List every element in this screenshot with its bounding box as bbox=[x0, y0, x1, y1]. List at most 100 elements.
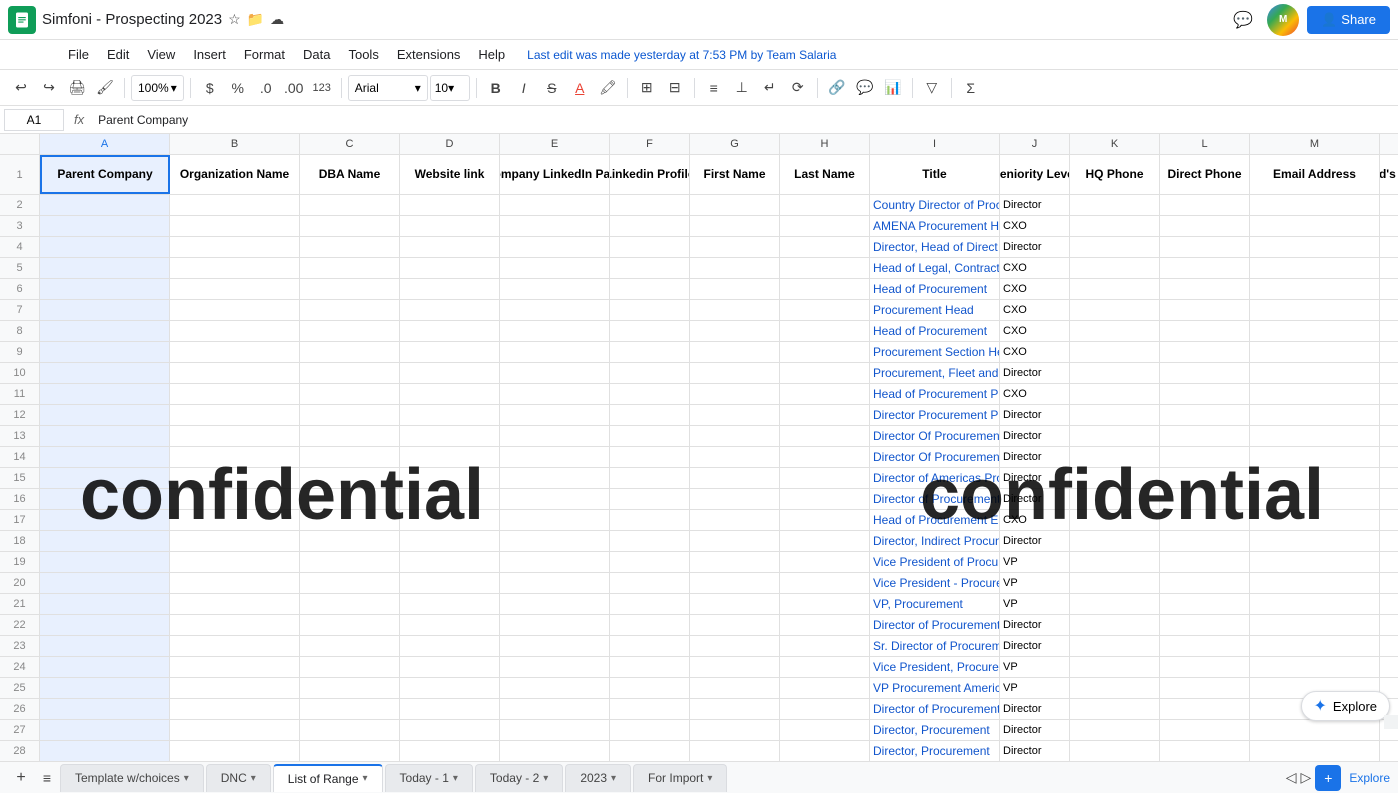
cell-H23[interactable] bbox=[780, 636, 870, 656]
strikethrough-button[interactable]: S bbox=[539, 75, 565, 101]
cell-D23[interactable] bbox=[400, 636, 500, 656]
cell-I7[interactable]: Procurement Head bbox=[870, 300, 1000, 320]
cell-E9[interactable] bbox=[500, 342, 610, 362]
menu-help[interactable]: Help bbox=[470, 43, 513, 66]
tab-template-choices[interactable]: Template w/choices ▾ bbox=[60, 764, 204, 792]
cell-I17[interactable]: Head of Procurement El bbox=[870, 510, 1000, 530]
font-size-selector[interactable]: 10 ▾ bbox=[430, 75, 470, 101]
cell-K23[interactable] bbox=[1070, 636, 1160, 656]
cell-F12[interactable] bbox=[610, 405, 690, 425]
cell-E28[interactable] bbox=[500, 741, 610, 761]
cell-J27[interactable]: Director bbox=[1000, 720, 1070, 740]
cell-M17[interactable] bbox=[1250, 510, 1380, 530]
header-cell-i[interactable]: Title bbox=[870, 155, 1000, 194]
number-format-button[interactable]: 123 bbox=[309, 75, 335, 101]
cell-L4[interactable] bbox=[1160, 237, 1250, 257]
explore-tab-label[interactable]: Explore bbox=[1349, 771, 1390, 785]
cell-N11[interactable] bbox=[1380, 384, 1398, 404]
header-cell-a[interactable]: Parent Company bbox=[40, 155, 170, 194]
cell-M5[interactable] bbox=[1250, 258, 1380, 278]
cell-M19[interactable] bbox=[1250, 552, 1380, 572]
cell-L7[interactable] bbox=[1160, 300, 1250, 320]
cell-B13[interactable] bbox=[170, 426, 300, 446]
cell-D22[interactable] bbox=[400, 615, 500, 635]
cell-B18[interactable] bbox=[170, 531, 300, 551]
cell-I3[interactable]: AMENA Procurement H bbox=[870, 216, 1000, 236]
cell-C12[interactable] bbox=[300, 405, 400, 425]
cell-D7[interactable] bbox=[400, 300, 500, 320]
zoom-selector[interactable]: 100% ▾ bbox=[131, 75, 184, 101]
cell-H9[interactable] bbox=[780, 342, 870, 362]
cell-D6[interactable] bbox=[400, 279, 500, 299]
cell-K3[interactable] bbox=[1070, 216, 1160, 236]
cell-L19[interactable] bbox=[1160, 552, 1250, 572]
cell-D17[interactable] bbox=[400, 510, 500, 530]
tab-dropdown-icon-lor[interactable]: ▾ bbox=[363, 773, 368, 784]
cell-E10[interactable] bbox=[500, 363, 610, 383]
cell-F15[interactable] bbox=[610, 468, 690, 488]
cell-N3[interactable] bbox=[1380, 216, 1398, 236]
cell-I21[interactable]: VP, Procurement bbox=[870, 594, 1000, 614]
cell-A22[interactable] bbox=[40, 615, 170, 635]
cell-N5[interactable] bbox=[1380, 258, 1398, 278]
cell-reference[interactable]: A1 bbox=[4, 109, 64, 131]
cell-E5[interactable] bbox=[500, 258, 610, 278]
cloud-save-icon[interactable]: ☁ bbox=[270, 11, 284, 28]
cell-J28[interactable]: Director bbox=[1000, 741, 1070, 761]
cell-A3[interactable] bbox=[40, 216, 170, 236]
cell-A11[interactable] bbox=[40, 384, 170, 404]
tab-for-import[interactable]: For Import ▾ bbox=[633, 764, 727, 792]
cell-C8[interactable] bbox=[300, 321, 400, 341]
merge-cells-button[interactable]: ⊟ bbox=[662, 75, 688, 101]
cell-C9[interactable] bbox=[300, 342, 400, 362]
cell-J23[interactable]: Director bbox=[1000, 636, 1070, 656]
cell-C13[interactable] bbox=[300, 426, 400, 446]
menu-view[interactable]: View bbox=[139, 43, 183, 66]
cell-G8[interactable] bbox=[690, 321, 780, 341]
cell-M6[interactable] bbox=[1250, 279, 1380, 299]
font-selector[interactable]: Arial ▾ bbox=[348, 75, 428, 101]
cell-F9[interactable] bbox=[610, 342, 690, 362]
cell-M21[interactable] bbox=[1250, 594, 1380, 614]
cell-E7[interactable] bbox=[500, 300, 610, 320]
cell-N7[interactable] bbox=[1380, 300, 1398, 320]
cell-L26[interactable] bbox=[1160, 699, 1250, 719]
wrap-button[interactable]: ↵ bbox=[757, 75, 783, 101]
cell-A15[interactable] bbox=[40, 468, 170, 488]
cell-E20[interactable] bbox=[500, 573, 610, 593]
cell-H28[interactable] bbox=[780, 741, 870, 761]
cell-F8[interactable] bbox=[610, 321, 690, 341]
cell-G13[interactable] bbox=[690, 426, 780, 446]
functions-button[interactable]: Σ bbox=[958, 75, 984, 101]
cell-G23[interactable] bbox=[690, 636, 780, 656]
cell-G2[interactable] bbox=[690, 195, 780, 215]
cell-I27[interactable]: Director, Procurement bbox=[870, 720, 1000, 740]
cell-G15[interactable] bbox=[690, 468, 780, 488]
undo-button[interactable]: ↩ bbox=[8, 75, 34, 101]
menu-edit[interactable]: Edit bbox=[99, 43, 137, 66]
header-cell-d[interactable]: Website link bbox=[400, 155, 500, 194]
folder-icon[interactable]: 📁 bbox=[247, 11, 264, 28]
header-cell-j[interactable]: Seniority Level bbox=[1000, 155, 1070, 194]
cell-K12[interactable] bbox=[1070, 405, 1160, 425]
cell-G6[interactable] bbox=[690, 279, 780, 299]
add-sheet-button[interactable]: + bbox=[8, 765, 34, 791]
formula-content[interactable]: Parent Company bbox=[94, 113, 1394, 127]
cell-F3[interactable] bbox=[610, 216, 690, 236]
cell-G12[interactable] bbox=[690, 405, 780, 425]
tab-dropdown-icon[interactable]: ▾ bbox=[184, 773, 189, 784]
cell-C20[interactable] bbox=[300, 573, 400, 593]
cell-A13[interactable] bbox=[40, 426, 170, 446]
cell-D14[interactable] bbox=[400, 447, 500, 467]
cell-B4[interactable] bbox=[170, 237, 300, 257]
col-header-j[interactable]: J bbox=[1000, 134, 1070, 154]
cell-L21[interactable] bbox=[1160, 594, 1250, 614]
cell-J18[interactable]: Director bbox=[1000, 531, 1070, 551]
cell-A9[interactable] bbox=[40, 342, 170, 362]
cell-C10[interactable] bbox=[300, 363, 400, 383]
cell-B12[interactable] bbox=[170, 405, 300, 425]
cell-G19[interactable] bbox=[690, 552, 780, 572]
rotate-button[interactable]: ⟳ bbox=[785, 75, 811, 101]
cell-I15[interactable]: Director of Americas Pro bbox=[870, 468, 1000, 488]
cell-J26[interactable]: Director bbox=[1000, 699, 1070, 719]
